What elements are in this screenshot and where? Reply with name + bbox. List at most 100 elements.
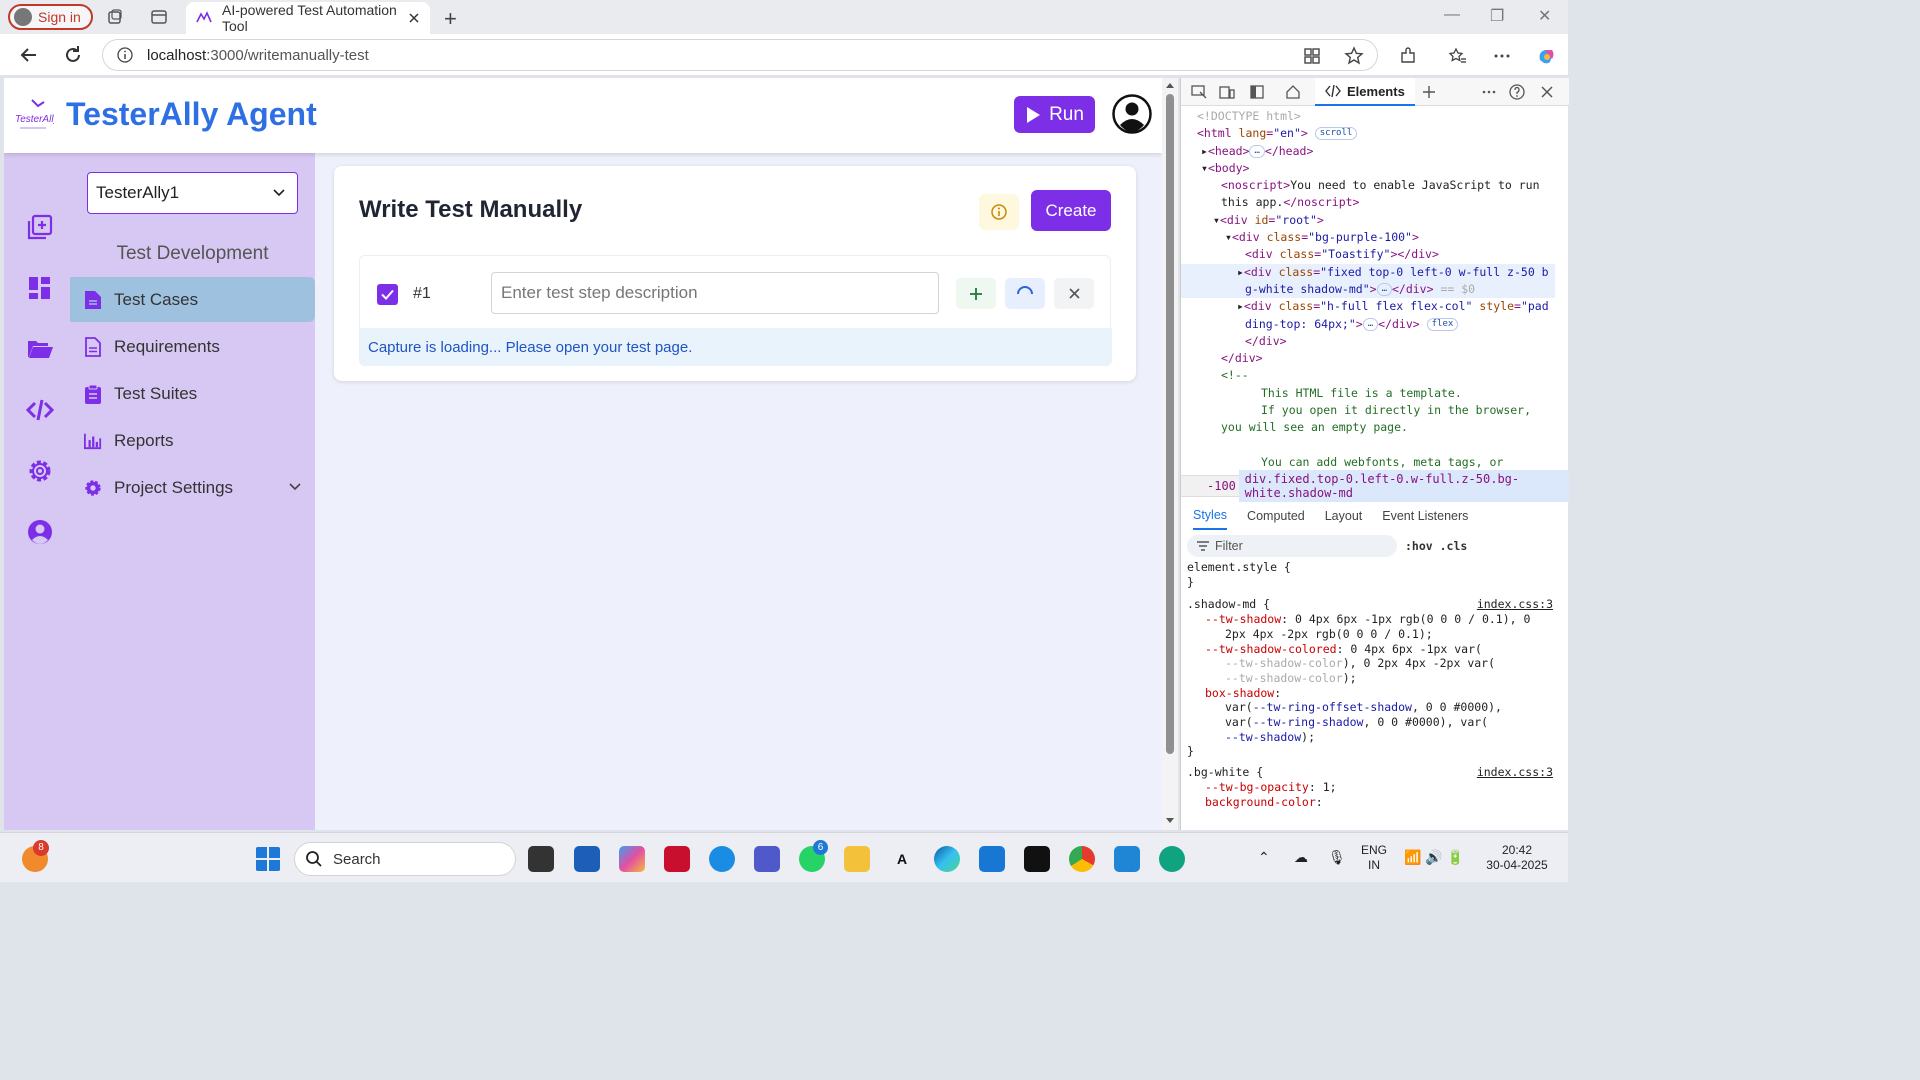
delete-step-button[interactable] bbox=[1054, 278, 1094, 309]
app-s-icon[interactable] bbox=[979, 846, 1005, 872]
microphone-icon[interactable]: 🎙 bbox=[1328, 849, 1346, 866]
dashboard-icon[interactable] bbox=[26, 274, 54, 302]
tab-computed[interactable]: Computed bbox=[1247, 509, 1305, 523]
close-tab-icon[interactable] bbox=[408, 12, 420, 24]
terminal-icon[interactable] bbox=[528, 846, 554, 872]
pycharm-icon[interactable] bbox=[1024, 846, 1050, 872]
store-icon[interactable] bbox=[574, 846, 600, 872]
add-panel-icon[interactable] bbox=[1421, 84, 1437, 100]
run-button[interactable]: Run bbox=[1014, 96, 1095, 133]
maximize-icon[interactable]: ❐ bbox=[1490, 6, 1504, 26]
dom-line[interactable]: You can add webfonts, meta tags, or bbox=[1181, 454, 1555, 471]
step-description-input[interactable] bbox=[491, 272, 939, 314]
nav-project-settings[interactable]: Project Settings bbox=[70, 465, 315, 510]
dom-breadcrumb[interactable]: -100 div.fixed.top-0.left-0.w-full.z-50.… bbox=[1181, 470, 1569, 502]
capture-step-button[interactable] bbox=[1005, 278, 1045, 309]
nav-test-suites[interactable]: Test Suites bbox=[70, 371, 315, 416]
create-button[interactable]: Create bbox=[1031, 190, 1111, 231]
close-devtools-icon[interactable] bbox=[1539, 84, 1555, 100]
styles-filter-input[interactable]: Filter bbox=[1187, 535, 1397, 557]
windows-start-icon[interactable] bbox=[255, 846, 281, 872]
copilot-app-icon[interactable] bbox=[619, 846, 645, 872]
dom-line[interactable]: <!DOCTYPE html> bbox=[1181, 108, 1555, 125]
dom-line[interactable]: <noscript>You need to enable JavaScript … bbox=[1181, 177, 1555, 194]
file-explorer-icon[interactable] bbox=[844, 846, 870, 872]
mcafee-icon[interactable] bbox=[664, 846, 690, 872]
dom-line[interactable]: This HTML file is a template. bbox=[1181, 385, 1555, 402]
tray-overflow-icon[interactable]: ⌃ bbox=[1258, 849, 1270, 866]
welcome-home-icon[interactable] bbox=[1285, 84, 1301, 100]
dock-side-icon[interactable] bbox=[1249, 84, 1265, 100]
app-a-icon[interactable]: A bbox=[889, 846, 915, 872]
taskbar-clock[interactable]: 20:42 30-04-2025 bbox=[1484, 843, 1550, 873]
signin-button[interactable]: Sign in bbox=[8, 4, 93, 30]
tab-layout[interactable]: Layout bbox=[1325, 509, 1363, 523]
dom-line[interactable]: <div class="Toastify"></div> bbox=[1181, 246, 1555, 263]
more-menu-icon[interactable] bbox=[1492, 46, 1512, 66]
dom-line[interactable] bbox=[1181, 437, 1555, 454]
vertical-tabs-icon[interactable] bbox=[150, 8, 168, 26]
dom-line[interactable]: ▾<body> bbox=[1181, 160, 1555, 177]
tab-event-listeners[interactable]: Event Listeners bbox=[1382, 509, 1468, 523]
nav-reports[interactable]: Reports bbox=[70, 418, 315, 463]
project-select[interactable]: TesterAlly1 bbox=[87, 172, 298, 214]
chatgpt-icon[interactable] bbox=[1159, 846, 1185, 872]
step-checkbox[interactable] bbox=[377, 284, 398, 305]
add-step-button[interactable] bbox=[956, 278, 996, 309]
tab-elements[interactable]: Elements bbox=[1315, 78, 1415, 106]
hov-cls-toggle[interactable]: :hov .cls bbox=[1405, 539, 1467, 553]
dom-line[interactable]: <!-- bbox=[1181, 367, 1555, 384]
new-tab-button[interactable]: + bbox=[444, 6, 457, 32]
back-icon[interactable] bbox=[18, 44, 40, 66]
dom-line[interactable]: If you open it directly in the browser, bbox=[1181, 402, 1555, 419]
chrome-icon[interactable] bbox=[1069, 846, 1095, 872]
user-avatar-icon[interactable] bbox=[1112, 94, 1152, 134]
scroll-up-icon[interactable] bbox=[1162, 80, 1178, 90]
dom-line[interactable]: ding-top: 64px;">… </div> flex bbox=[1181, 316, 1555, 333]
favorites-icon[interactable] bbox=[1448, 46, 1468, 66]
css-rules-pane[interactable]: element.style { } .shadow-md {index.css:… bbox=[1187, 560, 1553, 830]
browser-tab[interactable]: AI-powered Test Automation Tool bbox=[186, 2, 430, 34]
chevron-down-icon[interactable] bbox=[289, 481, 301, 493]
dom-line[interactable]: this app.</noscript> bbox=[1181, 194, 1555, 211]
app-available-icon[interactable] bbox=[1302, 46, 1322, 66]
nav-test-cases[interactable]: Test Cases bbox=[70, 277, 315, 322]
breadcrumb-prev[interactable]: -100 bbox=[1181, 479, 1239, 493]
reload-icon[interactable] bbox=[62, 44, 84, 66]
dom-line[interactable]: ▸<div class="h-full flex flex-col" style… bbox=[1181, 298, 1555, 315]
minimize-icon[interactable]: — bbox=[1444, 6, 1460, 24]
vscode-icon[interactable] bbox=[1114, 846, 1140, 872]
copilot-icon[interactable] bbox=[1536, 46, 1556, 66]
language-indicator[interactable]: ENG IN bbox=[1361, 843, 1387, 873]
breadcrumb-current[interactable]: div.fixed.top-0.left-0.w-full.z-50.bg-wh… bbox=[1238, 470, 1569, 502]
tab-styles[interactable]: Styles bbox=[1193, 502, 1228, 530]
site-info-icon[interactable] bbox=[117, 47, 133, 63]
scroll-down-icon[interactable] bbox=[1162, 816, 1178, 826]
url-field[interactable]: localhost:3000/writemanually-test bbox=[102, 39, 1378, 71]
inspect-icon[interactable] bbox=[1191, 84, 1207, 100]
dom-line[interactable]: ▾<div id="root"> bbox=[1181, 212, 1555, 229]
dom-line-selected[interactable]: ▸<div class="fixed top-0 left-0 w-full z… bbox=[1181, 263, 1555, 281]
more-options-icon[interactable] bbox=[1481, 84, 1497, 100]
info-button[interactable] bbox=[979, 194, 1019, 230]
dom-line[interactable]: </div> bbox=[1181, 333, 1555, 350]
nav-requirements[interactable]: Requirements bbox=[70, 324, 315, 369]
dom-line[interactable]: ▸<head>… </head> bbox=[1181, 143, 1555, 160]
add-test-icon[interactable] bbox=[26, 213, 54, 241]
dom-line[interactable]: </div> bbox=[1181, 350, 1555, 367]
help-icon[interactable] bbox=[1509, 84, 1525, 100]
close-window-icon[interactable]: ✕ bbox=[1538, 6, 1551, 26]
device-toolbar-icon[interactable] bbox=[1219, 84, 1235, 100]
get-help-icon[interactable] bbox=[709, 846, 735, 872]
dom-line[interactable]: you will see an empty page. bbox=[1181, 419, 1555, 436]
folder-open-icon[interactable] bbox=[26, 335, 54, 363]
extensions-icon[interactable] bbox=[1398, 46, 1418, 66]
wifi-volume-battery-icon[interactable]: 📶 🔊 🔋 bbox=[1404, 849, 1464, 866]
settings-gear-icon[interactable] bbox=[26, 457, 54, 485]
dom-tree[interactable]: <!DOCTYPE html> <html lang="en"> scroll … bbox=[1181, 108, 1555, 476]
teams-icon[interactable] bbox=[754, 846, 780, 872]
dom-line[interactable]: <html lang="en"> scroll bbox=[1181, 125, 1555, 142]
taskbar-search[interactable]: Search bbox=[294, 842, 516, 876]
code-icon[interactable] bbox=[26, 396, 54, 424]
network-off-icon[interactable]: ☁ bbox=[1294, 849, 1308, 866]
